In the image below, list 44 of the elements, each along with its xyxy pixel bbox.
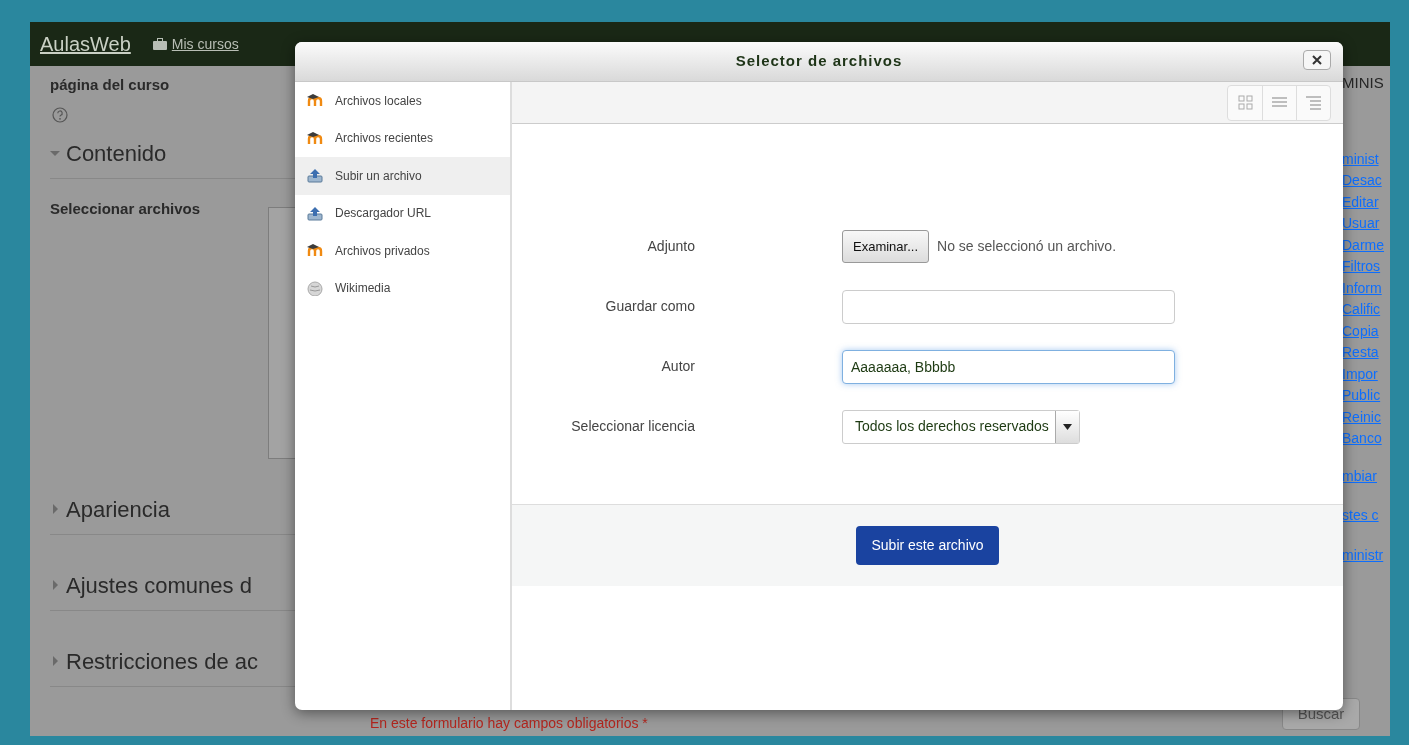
license-dropdown[interactable]: Todos los derechos reservados [842, 409, 1080, 444]
text-input[interactable]: Aaaaaaa, Bbbbb [842, 349, 1175, 384]
field-label: Seleccionar licencia [570, 417, 695, 436]
field-label: Adjunto [646, 237, 695, 256]
briefcase-icon [152, 38, 167, 50]
moodle-logo-icon [307, 130, 323, 146]
caret-icon [50, 580, 60, 590]
field-label: página del curso [50, 75, 171, 95]
close-button[interactable] [1303, 50, 1331, 70]
grid-view-icon [1237, 95, 1253, 110]
caret-icon [50, 148, 60, 158]
repository-item[interactable]: Archivos locales [295, 82, 510, 120]
caret-icon [50, 504, 60, 514]
caret-icon [50, 656, 60, 666]
upload-icon [307, 205, 323, 221]
repository-item[interactable]: Descargador URL [295, 194, 510, 232]
section-title: Apariencia [66, 495, 170, 524]
close-icon [1312, 55, 1322, 65]
section-title: Contenido [66, 139, 167, 168]
repository-item[interactable]: Subir un archivo [295, 157, 510, 195]
upload-icon [307, 168, 323, 184]
moodle-logo-icon [307, 243, 323, 259]
brand-link[interactable]: AulasWeb [40, 29, 131, 59]
upload-button[interactable]: Subir este archivo [856, 526, 999, 565]
field-label: Autor [660, 357, 695, 376]
tree-view-icon [1306, 95, 1321, 110]
section-title: Restricciones de ac [66, 647, 258, 676]
list-view-icon [1272, 95, 1287, 110]
block-title: MINIS [1341, 73, 1385, 93]
help-icon [52, 107, 68, 124]
file-status-text: No se seleccionó un archivo. [937, 237, 1117, 256]
dialog-title: Selector de archivos [735, 51, 903, 72]
field-label: Guardar como [604, 297, 695, 316]
globe-icon [307, 280, 323, 296]
section-title: Ajustes comunes d [66, 571, 252, 600]
text-input[interactable] [842, 289, 1175, 324]
courses-menu[interactable]: Mis cursos [152, 33, 239, 55]
dropdown-arrow-icon [1062, 423, 1072, 430]
browse-button[interactable]: Examinar... [842, 229, 930, 264]
repository-item[interactable]: Archivos privados [295, 232, 510, 270]
moodle-logo-icon [307, 93, 323, 109]
field-label: Seleccionar archivos [50, 198, 202, 219]
required-notice: En este formulario hay campos obligatorios * [370, 713, 649, 733]
repository-item[interactable]: Wikimedia [295, 269, 510, 307]
